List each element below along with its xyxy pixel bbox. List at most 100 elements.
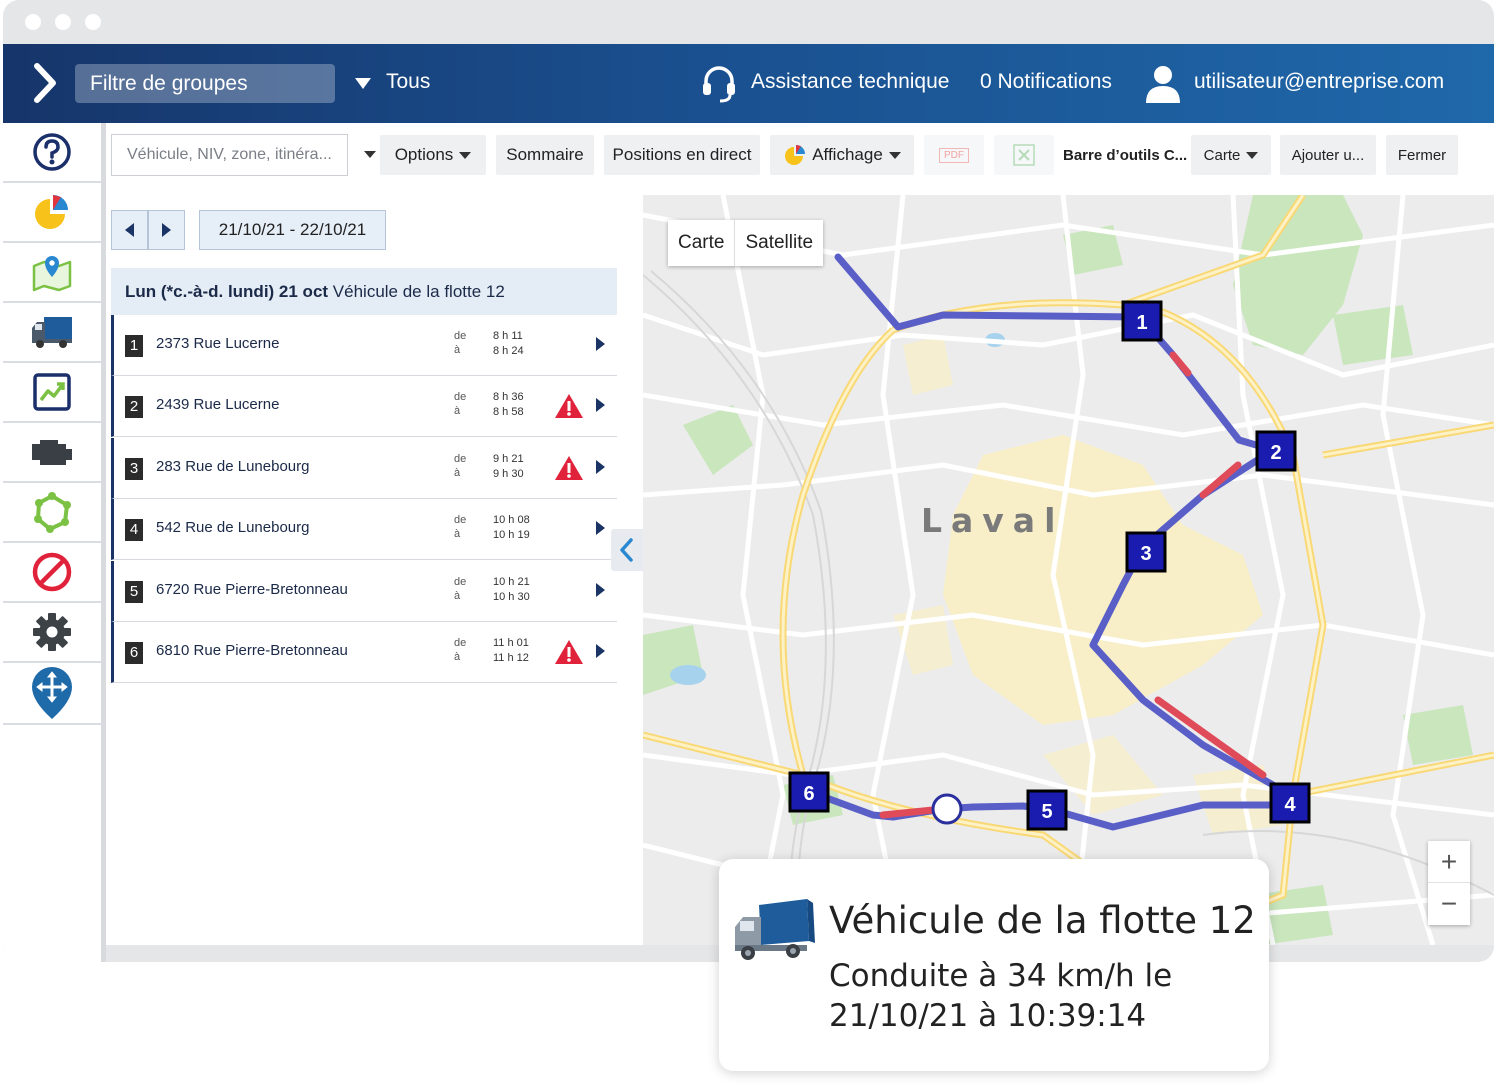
stop-marker-1[interactable]: 1 (1121, 300, 1163, 342)
stop-marker-6[interactable]: 6 (788, 771, 830, 813)
notifications-link[interactable]: 0 Notifications (980, 70, 1112, 94)
collapse-panel-button[interactable] (611, 529, 643, 571)
vehicle-position-marker[interactable] (931, 793, 963, 825)
help-icon (33, 133, 71, 171)
sidebar-item-reports[interactable] (3, 363, 101, 423)
stop-address: 283 Rue de Lunebourg (156, 458, 310, 475)
display-button[interactable]: Affichage (770, 135, 914, 175)
warning-icon[interactable] (554, 455, 584, 481)
user-account-link[interactable]: utilisateur@entreprise.com (1194, 70, 1444, 94)
pdf-icon: PDF (939, 147, 969, 163)
close-button[interactable]: Fermer (1386, 135, 1458, 175)
user-icon[interactable] (1144, 63, 1182, 103)
zoom-in-button[interactable]: + (1428, 841, 1470, 883)
stop-marker-5[interactable]: 5 (1026, 789, 1068, 831)
stop-departure-time: 9 h 30 (493, 468, 524, 480)
stop-address: 6810 Rue Pierre-Bretonneau (156, 642, 348, 659)
truck-icon (32, 317, 72, 348)
map-type-satellite-button[interactable]: Satellite (735, 220, 823, 266)
info-card-detail: Conduite à 34 km/h le 21/10/21 à 10:39:1… (829, 958, 1173, 1034)
options-button[interactable]: Options (380, 135, 486, 175)
live-positions-button[interactable]: Positions en direct (604, 135, 760, 175)
expand-stop-icon[interactable] (596, 521, 605, 535)
stop-times: 9 h 21 9 h 30 (493, 452, 524, 482)
stop-departure-time: 10 h 30 (493, 591, 530, 603)
svg-text:3: 3 (1140, 543, 1151, 565)
expand-stop-icon[interactable] (596, 583, 605, 597)
from-label: de (454, 576, 467, 588)
expand-stop-icon[interactable] (596, 460, 605, 474)
stop-address: 6720 Rue Pierre-Bretonneau (156, 581, 348, 598)
previous-day-button[interactable] (111, 210, 148, 250)
zones-icon (34, 492, 71, 533)
svg-text:5: 5 (1041, 801, 1052, 823)
sidebar-item-engine[interactable] (3, 423, 101, 483)
window-dot[interactable] (55, 14, 71, 30)
stop-marker-4[interactable]: 4 (1269, 782, 1311, 824)
headset-icon[interactable] (700, 64, 738, 104)
chevron-left-icon (620, 538, 633, 562)
sidebar-item-map[interactable] (3, 243, 101, 303)
sidebar-item-marketplace[interactable] (3, 663, 101, 725)
add-button[interactable]: Ajouter u... (1280, 135, 1376, 175)
sidebar-item-zones[interactable] (3, 483, 101, 543)
group-filter-input[interactable]: Filtre de groupes (75, 64, 335, 103)
expand-menu-icon[interactable] (29, 60, 61, 106)
from-label: de (454, 391, 467, 403)
search-input[interactable]: Véhicule, NIV, zone, itinéra... (111, 134, 348, 176)
stop-time-labels: de à (454, 329, 466, 357)
pdf-export-button[interactable]: PDF (924, 135, 984, 175)
date-range-picker[interactable]: 21/10/21 - 22/10/21 (199, 210, 386, 250)
stop-row[interactable]: 5 6720 Rue Pierre-Bretonneau de à 10 h 21 10 … (111, 561, 617, 622)
main-content: Véhicule, NIV, zone, itinéra... Options … (106, 123, 1494, 945)
warning-icon[interactable] (554, 639, 584, 665)
zoom-out-button[interactable]: − (1428, 883, 1470, 925)
sidebar-item-dashboard[interactable] (3, 183, 101, 243)
excel-export-button[interactable] (994, 135, 1054, 175)
sidebar-item-vehicles[interactable] (3, 303, 101, 363)
map-canvas[interactable]: Laval 1 2 3 4 5 6 (643, 195, 1494, 945)
stop-times: 8 h 36 8 h 58 (493, 390, 524, 420)
day-header: Lun (*c.-à-d. lundi) 21 oct Véhicule de … (111, 268, 617, 315)
toolbar-name[interactable]: Barre d’outils C... (1063, 147, 1187, 164)
sidebar-item-settings[interactable] (3, 603, 101, 663)
map-view[interactable]: Laval 1 2 3 4 5 6 Carte Satellite + − (643, 195, 1494, 945)
stop-row[interactable]: 1 2373 Rue Lucerne de à 8 h 11 8 h 24 (111, 315, 617, 376)
engine-icon (32, 440, 72, 465)
svg-text:4: 4 (1284, 794, 1296, 816)
stop-arrival-time: 9 h 21 (493, 453, 524, 465)
sidebar-item-exceptions[interactable] (3, 543, 101, 603)
expand-stop-icon[interactable] (596, 337, 605, 351)
warning-icon[interactable] (554, 393, 584, 419)
support-link[interactable]: Assistance technique (751, 70, 949, 94)
group-dropdown-icon[interactable] (355, 78, 371, 89)
stop-address: 2439 Rue Lucerne (156, 396, 280, 413)
window-dot[interactable] (85, 14, 101, 30)
to-label: à (454, 467, 461, 479)
marketplace-icon (32, 667, 72, 719)
stop-marker-3[interactable]: 3 (1125, 531, 1167, 573)
excel-icon (1013, 144, 1035, 166)
window-dot[interactable] (25, 14, 41, 30)
svg-text:2: 2 (1270, 442, 1281, 464)
stop-marker-2[interactable]: 2 (1255, 430, 1297, 472)
expand-stop-icon[interactable] (596, 644, 605, 658)
summary-button[interactable]: Sommaire (496, 135, 594, 175)
chevron-down-icon (459, 151, 472, 159)
stop-row[interactable]: 4 542 Rue de Lunebourg de à 10 h 08 10 h 19 (111, 499, 617, 560)
search-dropdown-icon[interactable] (364, 151, 376, 158)
map-type-map-button[interactable]: Carte (668, 220, 734, 266)
stop-row[interactable]: 6 6810 Rue Pierre-Bretonneau de à 11 h 01 11 … (111, 622, 617, 683)
from-label: de (454, 514, 467, 526)
stop-row[interactable]: 3 283 Rue de Lunebourg de à 9 h 21 9 h 30 (111, 438, 617, 499)
map-view-button[interactable]: Carte (1191, 135, 1271, 175)
next-day-button[interactable] (148, 210, 185, 250)
stop-arrival-time: 11 h 01 (493, 637, 529, 649)
chevron-left-icon (125, 223, 134, 237)
expand-stop-icon[interactable] (596, 398, 605, 412)
sidebar-item-help[interactable] (3, 123, 101, 183)
stop-row[interactable]: 2 2439 Rue Lucerne de à 8 h 36 8 h 58 (111, 376, 617, 437)
from-label: de (454, 637, 467, 649)
group-value[interactable]: Tous (386, 70, 430, 94)
map-type-switcher: Carte Satellite (668, 220, 824, 266)
